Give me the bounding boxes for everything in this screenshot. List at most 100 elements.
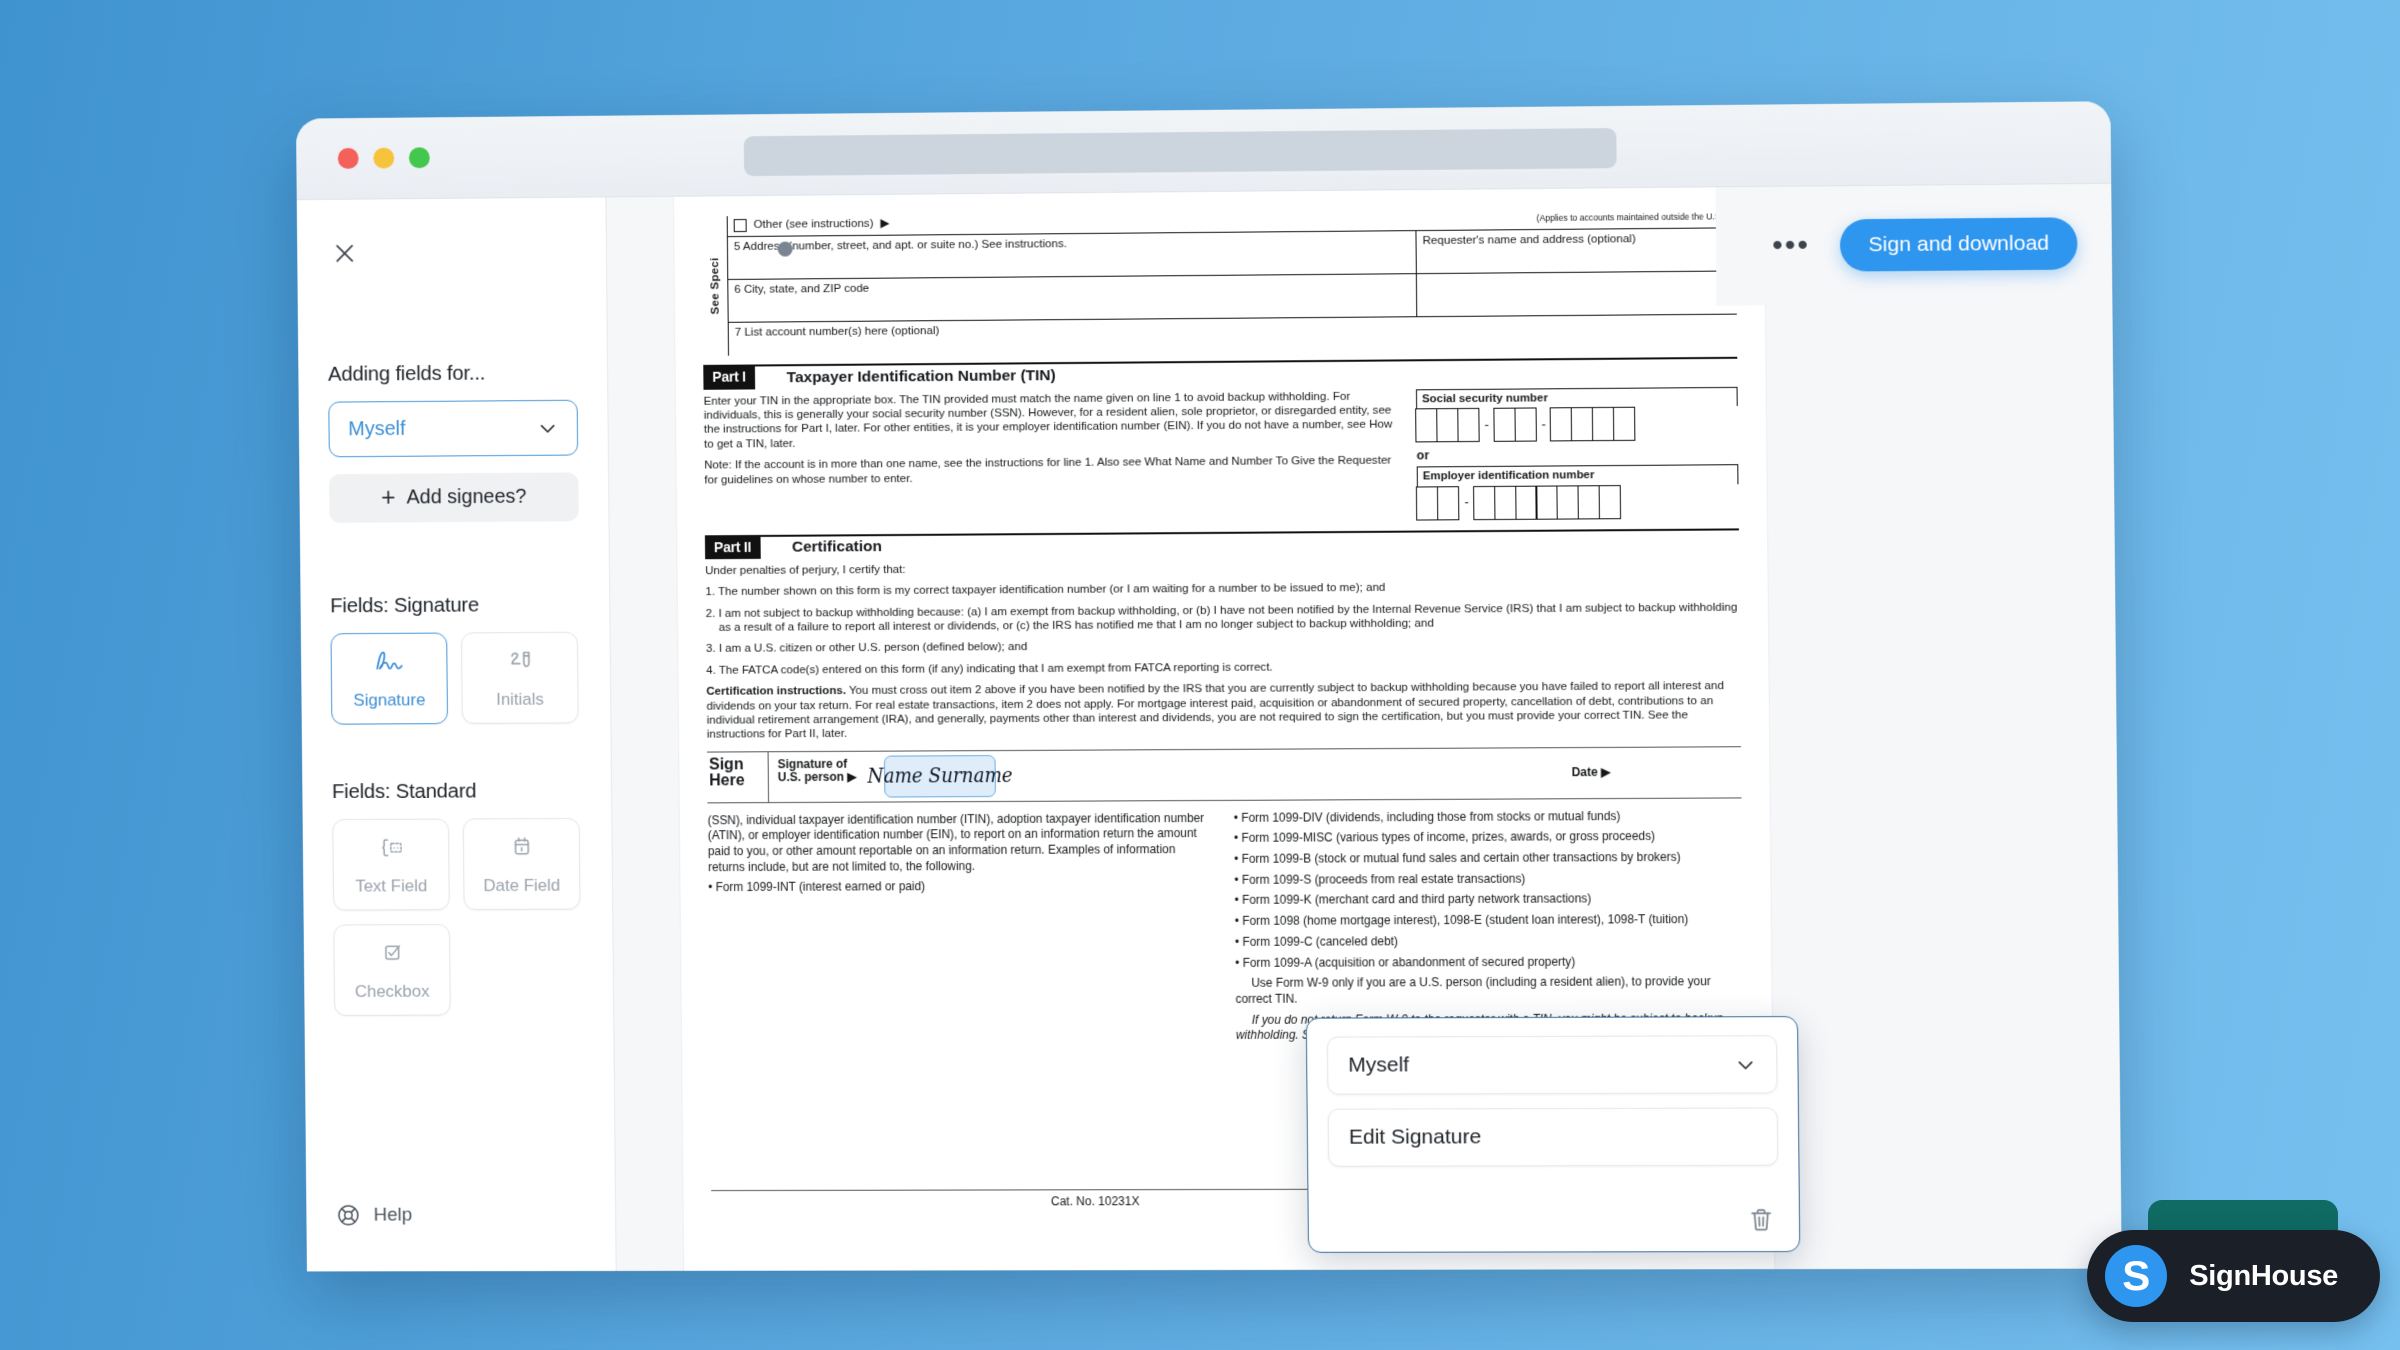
part2-item: 4. The FATCA code(s) entered on this for… bbox=[706, 660, 1273, 677]
sign-here-line2: Here bbox=[709, 772, 745, 790]
part2-intro: Under penalties of perjury, I certify th… bbox=[705, 562, 906, 578]
general-left-paragraph: (SSN), individual taxpayer identificatio… bbox=[707, 810, 1205, 874]
minimize-window-button[interactable] bbox=[373, 147, 395, 169]
sign-here-tag: Sign Here bbox=[706, 751, 770, 803]
resize-handle[interactable] bbox=[777, 241, 793, 257]
sign-here-row: Sign Here Signature of U.S. person ▶ Nam… bbox=[706, 745, 1742, 804]
chevron-down-icon bbox=[1735, 1054, 1756, 1075]
signature-fields-grid: Signature Initials bbox=[330, 631, 580, 725]
checkbox-icon bbox=[375, 938, 409, 973]
part2-item: 2. I am not subject to backup withholdin… bbox=[705, 600, 1738, 634]
popup-signee-value: Myself bbox=[1348, 1053, 1410, 1077]
ssn-cells[interactable]: - - bbox=[1415, 406, 1738, 443]
edit-signature-value: Edit Signature bbox=[1348, 1125, 1482, 1149]
more-options-button[interactable]: ••• bbox=[1772, 229, 1810, 262]
form-bullet: • Form 1099-B (stock or mutual fund sale… bbox=[1234, 849, 1681, 866]
help-label: Help bbox=[373, 1204, 413, 1226]
general-right-note1: Use Form W-9 only if you are a U.S. pers… bbox=[1235, 974, 1711, 1006]
line5-row: 5 Address (number, street, and apt. or s… bbox=[727, 227, 1737, 280]
general-left-bullet: • Form 1099-INT (interest earned or paid… bbox=[708, 879, 926, 895]
part2-item: 1. The number shown on this form is my c… bbox=[705, 581, 1386, 599]
w9-top-grid-right: Other (see instructions) ▶ (Applies to a… bbox=[727, 207, 1738, 357]
part1-tag: Part I bbox=[703, 366, 755, 390]
form-bullet: • Form 1099-DIV (dividends, including th… bbox=[1233, 808, 1621, 825]
other-checkbox[interactable] bbox=[733, 218, 747, 232]
delete-signature-button[interactable] bbox=[1747, 1206, 1774, 1233]
url-input[interactable] bbox=[743, 128, 1617, 177]
form-bullet: • Form 1099-K (merchant card and third p… bbox=[1234, 891, 1592, 908]
general-right-column: • Form 1099-DIV (dividends, including th… bbox=[1234, 808, 1744, 1049]
field-button-text-field[interactable]: Text Field bbox=[332, 818, 450, 911]
requester-address-box bbox=[1417, 272, 1737, 317]
workspace: Adding fields for... Myself + Add signee… bbox=[296, 183, 2122, 1272]
placed-signature-field[interactable]: Name Surname bbox=[867, 754, 1013, 798]
trash-icon bbox=[1748, 1220, 1775, 1237]
part2-title: Certification bbox=[791, 538, 883, 556]
or-label: or bbox=[1416, 448, 1430, 463]
sign-here-line1: Sign bbox=[708, 755, 744, 774]
edit-signature-input[interactable]: Edit Signature bbox=[1327, 1107, 1779, 1167]
text-field-icon bbox=[374, 833, 408, 868]
catalog-number: Cat. No. 10231X bbox=[1050, 1194, 1140, 1209]
field-button-initials[interactable]: Initials bbox=[460, 631, 579, 724]
requester-name-label: Requester's name and address (optional) bbox=[1422, 232, 1636, 248]
see-specific-instructions-column: See Speci bbox=[701, 216, 730, 357]
date-label: Date ▶ bbox=[1571, 765, 1611, 780]
signature-of-line1: Signature of bbox=[777, 756, 848, 771]
field-button-checkbox[interactable]: Checkbox bbox=[333, 924, 451, 1016]
signee-select[interactable]: Myself bbox=[328, 399, 579, 458]
ein-cells[interactable]: - bbox=[1415, 484, 1739, 521]
chevron-down-icon bbox=[537, 417, 558, 438]
browser-window: Adding fields for... Myself + Add signee… bbox=[295, 101, 2122, 1272]
plus-icon: + bbox=[381, 483, 396, 512]
part1-paragraph: Enter your TIN in the appropriate box. T… bbox=[703, 389, 1393, 451]
part1-header: Part I Taxpayer Identification Number (T… bbox=[703, 357, 1738, 390]
sign-and-download-button[interactable]: Sign and download bbox=[1840, 217, 2078, 272]
other-label: Other (see instructions) bbox=[753, 216, 874, 231]
certification-instructions-body: You must cross out item 2 above if you h… bbox=[706, 679, 1724, 741]
signature-options-popup: Myself Edit Signature bbox=[1305, 1016, 1801, 1253]
help-button[interactable]: Help bbox=[336, 1203, 412, 1228]
fields-standard-heading: Fields: Standard bbox=[331, 779, 477, 804]
signature-icon bbox=[372, 647, 406, 682]
document-toolbar: ••• Sign and download bbox=[1715, 183, 2113, 306]
certification-instructions: Certification instructions. You must cro… bbox=[706, 679, 1741, 742]
line6-city-label: 6 City, state, and ZIP code bbox=[728, 274, 1418, 323]
field-label-checkbox: Checkbox bbox=[354, 981, 430, 1001]
part1-title: Taxpayer Identification Number (TIN) bbox=[786, 367, 1056, 387]
signhouse-badge[interactable]: S SignHouse bbox=[2087, 1230, 2380, 1322]
close-panel-button[interactable] bbox=[327, 237, 363, 273]
maximize-window-button[interactable] bbox=[408, 147, 430, 169]
add-signees-label: Add signees? bbox=[406, 485, 527, 509]
signhouse-brand-name: SignHouse bbox=[2189, 1259, 2338, 1292]
fields-sidebar: Adding fields for... Myself + Add signee… bbox=[296, 197, 617, 1272]
close-window-button[interactable] bbox=[337, 147, 359, 169]
popup-signee-select[interactable]: Myself bbox=[1326, 1035, 1778, 1095]
field-label-signature: Signature bbox=[353, 690, 426, 710]
standard-fields-grid: Text Field Date Field Checkbox bbox=[332, 817, 583, 1016]
signature-field-wrapper: Name Surname bbox=[867, 751, 1013, 801]
fields-signature-heading: Fields: Signature bbox=[330, 593, 480, 618]
part2-header: Part II Certification bbox=[704, 527, 1740, 560]
field-label-date-field: Date Field bbox=[483, 875, 561, 896]
sidebar-close-row bbox=[326, 198, 576, 274]
traffic-lights bbox=[337, 147, 430, 169]
ein-label: Employer identification number bbox=[1416, 464, 1739, 487]
field-button-date-field[interactable]: Date Field bbox=[462, 817, 581, 911]
certification-instructions-head: Certification instructions. bbox=[706, 684, 847, 698]
document-viewer: ••• Sign and download See Speci Other (s… bbox=[606, 183, 2122, 1271]
field-label-initials: Initials bbox=[496, 689, 544, 709]
lifebuoy-icon bbox=[336, 1203, 361, 1228]
placed-signature-value: Name Surname bbox=[867, 763, 1013, 788]
w9-top-grid: See Speci Other (see instructions) ▶ (Ap… bbox=[701, 207, 1738, 357]
part2-item: 3. I am a U.S. citizen or other U.S. per… bbox=[705, 640, 1028, 656]
part2-section: Part II Certification Under penalties of… bbox=[704, 527, 1741, 742]
add-signees-button[interactable]: + Add signees? bbox=[328, 472, 579, 523]
part1-text: Enter your TIN in the appropriate box. T… bbox=[704, 389, 1402, 525]
initials-icon bbox=[503, 646, 537, 681]
form-bullet: • Form 1098 (home mortgage interest), 10… bbox=[1234, 912, 1689, 929]
field-button-signature[interactable]: Signature bbox=[330, 632, 449, 725]
form-bullet: • Form 1099-MISC (various types of incom… bbox=[1233, 829, 1656, 846]
part1-body: Enter your TIN in the appropriate box. T… bbox=[704, 386, 1739, 525]
other-arrow: ▶ bbox=[880, 216, 890, 230]
